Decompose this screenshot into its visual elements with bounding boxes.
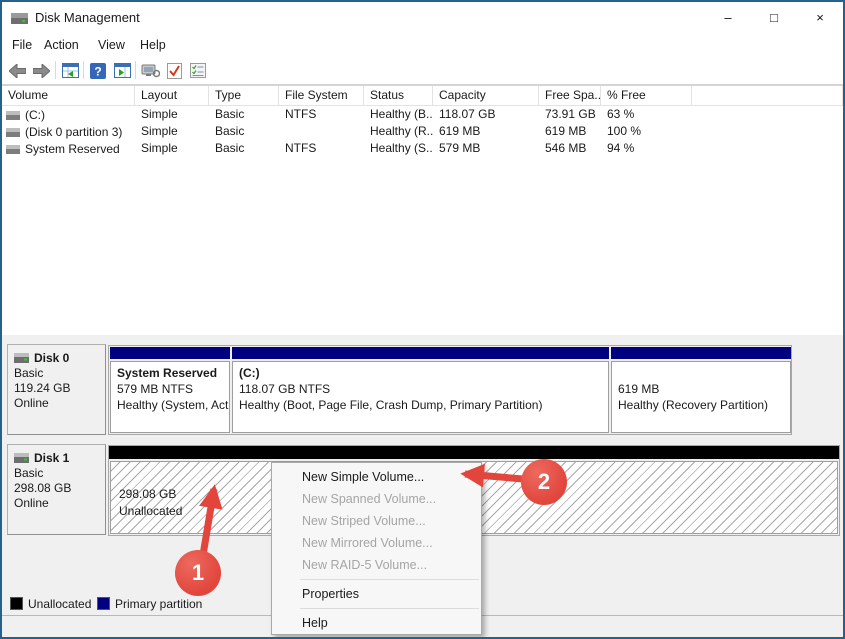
action-pane-icon <box>113 63 131 78</box>
menu-new-spanned-volume: New Spanned Volume... <box>302 492 437 506</box>
menu-bar: File Action View Help <box>2 33 843 56</box>
disk0-name: Disk 0 <box>34 351 70 365</box>
menu-new-simple-volume[interactable]: New Simple Volume... <box>272 466 481 488</box>
app-drive-icon <box>11 13 28 24</box>
checklist-icon <box>190 63 206 78</box>
primary-partition-swatch <box>97 597 110 610</box>
disk-icon <box>14 353 29 363</box>
volume-icon <box>6 110 20 120</box>
disk1-panel[interactable]: Disk 1 Basic 298.08 GB Online <box>7 444 106 535</box>
partition-c-drive[interactable]: (C:) 118.07 GB NTFS Healthy (Boot, Page … <box>232 347 609 433</box>
svg-text:?: ? <box>94 64 101 78</box>
col-status[interactable]: Status <box>364 86 433 105</box>
unallocated-swatch <box>10 597 23 610</box>
primary-partition-bar <box>232 347 609 359</box>
volume-list: Volume Layout Type File System Status Ca… <box>2 85 843 335</box>
disk1-type: Basic <box>14 466 44 480</box>
col-type[interactable]: Type <box>209 86 279 105</box>
col-layout[interactable]: Layout <box>135 86 209 105</box>
action-pane-button[interactable] <box>111 60 133 81</box>
col-freespace[interactable]: Free Spa... <box>539 86 601 105</box>
back-icon <box>8 63 26 78</box>
menu-help[interactable]: Help <box>134 36 172 54</box>
menu-properties[interactable]: Properties <box>272 583 481 605</box>
step-2-badge: 2 <box>521 459 567 505</box>
menu-file[interactable]: File <box>6 36 38 54</box>
checklist-button[interactable] <box>187 60 209 81</box>
menu-view[interactable]: View <box>92 36 131 54</box>
disk1-size: 298.08 GB <box>14 481 72 495</box>
step-1-badge: 1 <box>175 550 221 596</box>
disk0-panel[interactable]: Disk 0 Basic 119.24 GB Online <box>7 344 106 435</box>
forward-button[interactable] <box>30 60 52 81</box>
disk1-status: Online <box>14 496 49 510</box>
menu-new-raid5-volume: New RAID-5 Volume... <box>302 558 428 572</box>
context-menu: New Simple Volume... New Spanned Volume.… <box>271 462 482 635</box>
window-title: Disk Management <box>35 10 140 25</box>
checkmark-icon <box>166 62 182 79</box>
primary-partition-bar <box>611 347 791 359</box>
close-button[interactable]: × <box>797 2 843 33</box>
help-button[interactable]: ? <box>87 60 109 81</box>
table-row[interactable]: (Disk 0 partition 3) Simple Basic Health… <box>2 123 843 140</box>
disk0-strip: System Reserved 579 MB NTFS Healthy (Sys… <box>108 345 792 435</box>
maximize-button[interactable]: □ <box>751 2 797 33</box>
monitor-button[interactable] <box>139 60 161 81</box>
menu-new-mirrored-volume: New Mirrored Volume... <box>302 536 433 550</box>
col-filler <box>692 86 843 105</box>
disk0-status: Online <box>14 396 49 410</box>
unallocated-bar <box>109 446 839 459</box>
checkmark-button[interactable] <box>163 60 185 81</box>
unallocated-label: Unallocated <box>119 504 183 518</box>
toolbar-separator <box>135 61 136 79</box>
menu-separator <box>300 579 479 580</box>
menu-new-striped-volume: New Striped Volume... <box>302 514 426 528</box>
disk0-size: 119.24 GB <box>14 381 71 395</box>
console-tree-icon <box>61 63 79 78</box>
volume-icon <box>6 144 20 154</box>
partition-system-reserved[interactable]: System Reserved 579 MB NTFS Healthy (Sys… <box>110 347 230 433</box>
monitor-icon <box>141 64 160 77</box>
partition-recovery[interactable]: 619 MB Healthy (Recovery Partition) <box>611 347 791 433</box>
toolbar-separator <box>83 61 84 79</box>
back-button[interactable] <box>6 60 28 81</box>
help-icon: ? <box>90 62 106 79</box>
forward-icon <box>32 63 50 78</box>
disk0-type: Basic <box>14 366 44 380</box>
col-capacity[interactable]: Capacity <box>433 86 539 105</box>
col-filesystem[interactable]: File System <box>279 86 364 105</box>
disk1-name: Disk 1 <box>34 451 70 465</box>
legend-unallocated-label: Unallocated <box>28 597 92 611</box>
table-row[interactable]: System Reserved Simple Basic NTFS Health… <box>2 140 843 157</box>
disk-management-window: Disk Management – □ × File Action View H… <box>0 0 845 639</box>
volume-list-header: Volume Layout Type File System Status Ca… <box>2 86 843 106</box>
unallocated-size: 298.08 GB <box>119 487 177 501</box>
console-tree-button[interactable] <box>59 60 81 81</box>
col-volume[interactable]: Volume <box>2 86 135 105</box>
primary-partition-bar <box>110 347 230 359</box>
col-pctfree[interactable]: % Free <box>601 86 692 105</box>
menu-action[interactable]: Action <box>38 36 85 54</box>
toolbar: ? <box>2 56 843 85</box>
menu-separator <box>300 608 479 609</box>
toolbar-separator <box>55 61 56 79</box>
table-row[interactable]: (C:) Simple Basic NTFS Healthy (B... 118… <box>2 106 843 123</box>
volume-icon <box>6 127 20 137</box>
menu-help[interactable]: Help <box>272 612 481 634</box>
legend-primary-label: Primary partition <box>115 597 203 611</box>
minimize-button[interactable]: – <box>705 2 751 33</box>
disk-icon <box>14 453 29 463</box>
title-bar: Disk Management – □ × <box>2 2 843 33</box>
